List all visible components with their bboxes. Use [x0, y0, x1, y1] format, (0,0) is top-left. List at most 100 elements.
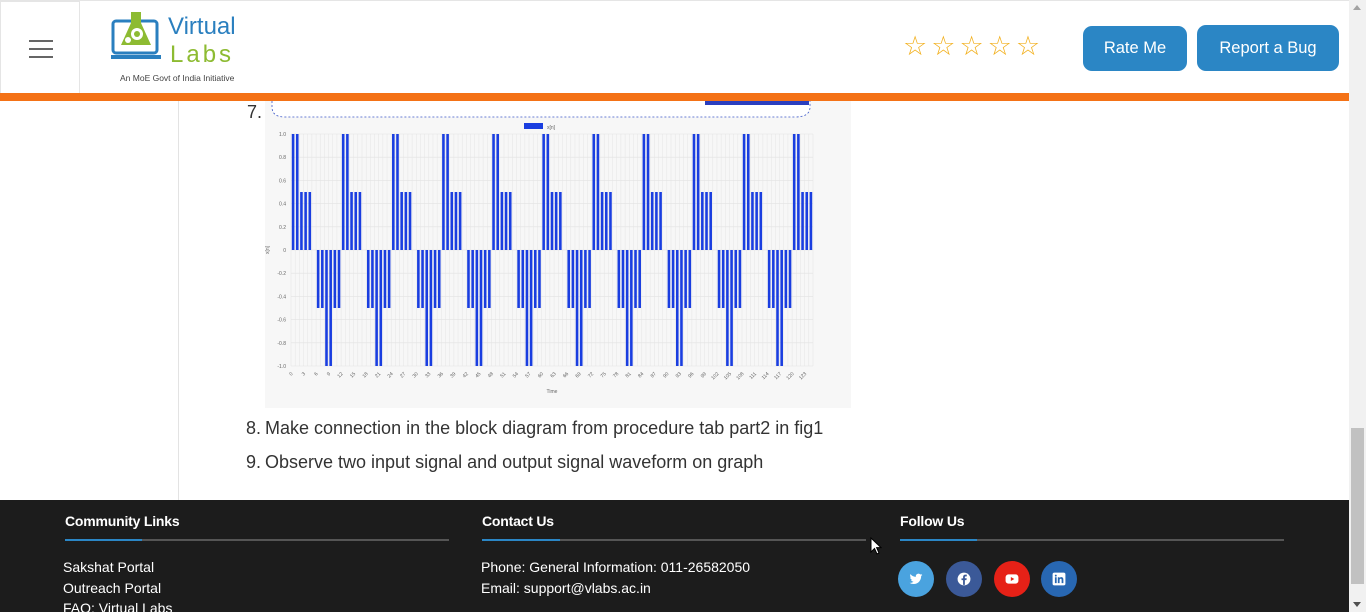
twitter-button[interactable] [898, 561, 934, 597]
chart-bar [291, 134, 295, 250]
chart-bar [671, 250, 675, 308]
chart-bar [642, 134, 646, 250]
youtube-button[interactable] [994, 561, 1030, 597]
facebook-icon [957, 572, 971, 586]
vertical-scrollbar[interactable] [1349, 0, 1366, 612]
chart-bar [759, 192, 763, 250]
chart-bar [421, 250, 424, 308]
x-tick-label: 114 [761, 371, 771, 381]
page: 7. 1.0 0.8 0.6 0.4 0.2 0 -0.2 -0.4 -0.6 -0.8 -1.0 … [0, 0, 1366, 612]
outreach-portal-link[interactable]: Outreach Portal [63, 580, 161, 596]
chart-bar [696, 134, 700, 250]
chart-legend: x[n] [524, 123, 556, 131]
scrollbar-thumb[interactable] [1351, 428, 1364, 584]
logo-word-virtual: Virtual [168, 13, 236, 40]
chart-bar [621, 250, 625, 308]
chart-bar [538, 250, 541, 308]
x-tick-label: 27 [399, 371, 407, 379]
chart-bar [738, 250, 742, 308]
chart-bar [559, 192, 562, 250]
chart-bar [425, 250, 429, 366]
chart-bar [354, 192, 358, 250]
x-tick-label: 9 [326, 371, 332, 377]
chart-bar [675, 250, 679, 366]
star-icon[interactable]: ☆ [988, 32, 1012, 60]
chart-bar [325, 250, 328, 366]
y-tick-label: -1.0 [277, 364, 286, 370]
chart-bar [375, 250, 378, 366]
x-tick-label: 51 [499, 371, 507, 379]
x-tick-label: 102 [710, 371, 720, 381]
x-tick-label: 108 [735, 371, 745, 381]
chart-bar [567, 250, 570, 308]
chart-bar [433, 250, 437, 308]
y-tick-label: -0.8 [277, 341, 286, 347]
report-bug-button[interactable]: Report a Bug [1197, 25, 1339, 71]
y-axis-label: x[n] [265, 245, 271, 254]
chart-bar [667, 250, 671, 308]
chart-bar [429, 250, 433, 366]
contact-divider [482, 539, 866, 541]
x-tick-label: 111 [748, 371, 758, 381]
chart-bar [321, 250, 324, 308]
faq-link[interactable]: FAQ: Virtual Labs [63, 600, 172, 612]
chart-bar [784, 250, 788, 308]
chart-bar [630, 250, 633, 366]
scroll-down-arrow-icon[interactable] [1353, 602, 1361, 607]
chart-bar [446, 134, 449, 250]
chart-bar [797, 134, 800, 250]
chart-bar [730, 250, 733, 366]
sakshat-portal-link[interactable]: Sakshat Portal [63, 559, 154, 575]
virtual-labs-logo[interactable]: Virtual Labs An MoE Govt of India Initia… [108, 9, 256, 87]
x-tick-label: 54 [512, 371, 520, 379]
rating-stars: ☆ ☆ ☆ ☆ ☆ [903, 32, 1040, 60]
star-icon[interactable]: ☆ [1016, 32, 1040, 60]
follow-us-heading: Follow Us [900, 513, 965, 529]
chart-bar [638, 250, 641, 308]
x-tick-label: 120 [785, 371, 795, 381]
chart-bar [575, 250, 579, 366]
rate-me-button[interactable]: Rate Me [1083, 26, 1187, 71]
chart-bar [346, 134, 349, 250]
star-icon[interactable]: ☆ [903, 32, 927, 60]
x-tick-label: 36 [437, 371, 445, 379]
x-tick-label: 42 [462, 371, 470, 379]
scroll-up-arrow-icon[interactable] [1353, 5, 1361, 10]
hamburger-menu-button[interactable] [0, 1, 80, 94]
chart-bar [801, 192, 804, 250]
x-tick-label: 3 [301, 371, 307, 377]
chart-bar [776, 250, 779, 366]
hamburger-icon-line [29, 48, 53, 50]
chart-bar [337, 250, 341, 308]
contact-email[interactable]: Email: support@vlabs.ac.in [481, 580, 651, 596]
logo-word-labs: Labs [170, 41, 235, 68]
linkedin-button[interactable] [1041, 561, 1077, 597]
x-tick-label: 24 [387, 371, 395, 379]
facebook-button[interactable] [946, 561, 982, 597]
twitter-icon [909, 573, 923, 585]
x-tick-label: 75 [600, 371, 608, 379]
previous-figure-edge [271, 101, 811, 118]
chart-bar [617, 250, 621, 308]
x-tick-label: 18 [361, 371, 369, 379]
x-tick-label: 12 [336, 371, 344, 379]
community-divider [65, 539, 449, 541]
step-8-text: Make connection in the block diagram fro… [265, 418, 824, 438]
x-axis-label: Time [547, 389, 558, 395]
chart-bar [546, 134, 550, 250]
chart-bar [475, 250, 479, 366]
x-tick-label: 99 [700, 371, 708, 379]
community-links-heading: Community Links [65, 513, 180, 529]
chart-bar [792, 134, 796, 250]
chart-bar [788, 250, 792, 308]
chart-bar [396, 134, 399, 250]
chart-bar [333, 250, 337, 308]
sidebar-divider [178, 101, 179, 500]
chart-bar [596, 134, 600, 250]
star-icon[interactable]: ☆ [959, 32, 983, 60]
y-tick-label: 1.0 [279, 132, 286, 138]
star-icon[interactable]: ☆ [931, 32, 955, 60]
chart-bar [316, 250, 320, 308]
linkedin-icon [1052, 572, 1066, 586]
chart-bar [488, 250, 491, 308]
